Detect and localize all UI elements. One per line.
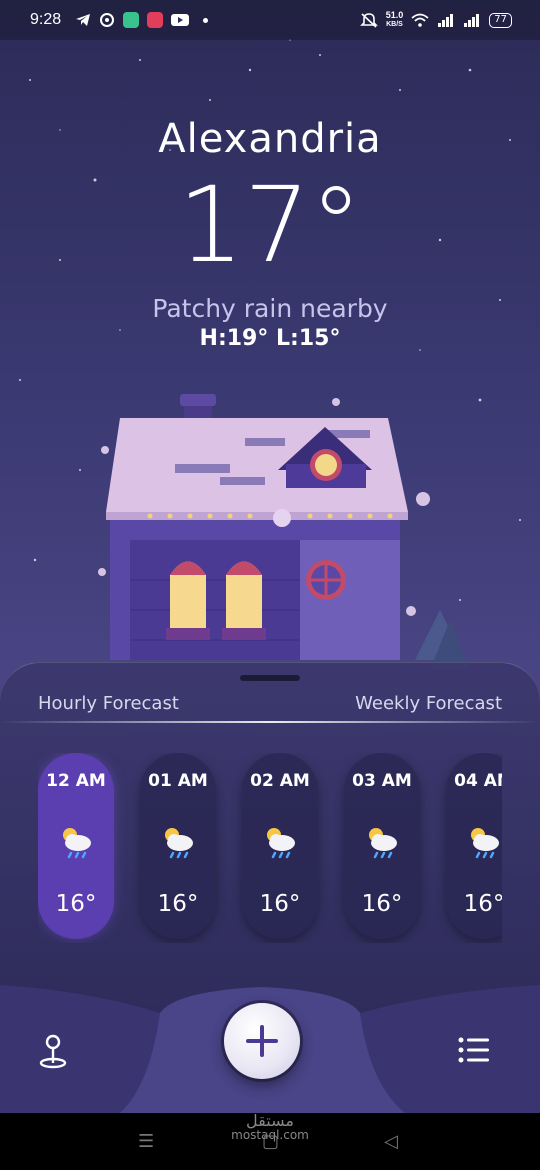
weather-condition: Patchy rain nearby [152,294,388,323]
status-bar: 9:28 51.0 KB/S 77 [0,0,540,40]
hourly-card[interactable]: 01 AM 16° [140,753,216,939]
battery-indicator: 77 [489,12,512,28]
hour-temperature: 16° [463,891,502,917]
signal-icon [438,14,454,27]
network-speed-value: 51.0 [385,10,404,20]
patchy-rain-icon [471,828,499,859]
add-city-button[interactable] [224,1003,300,1079]
panel-drag-handle[interactable] [240,675,300,681]
hour-temperature: 16° [259,891,301,917]
more-notifications-dot [203,17,209,23]
video-app-icon [147,12,164,28]
mute-icon [359,13,378,28]
back-icon[interactable]: ◁ [384,1131,398,1152]
hour-temperature: 16° [157,891,199,917]
tab-divider [0,721,540,723]
network-speed-unit: KB/S [386,21,403,28]
patchy-rain-icon [63,828,91,859]
hour-time: 04 AM [454,771,502,791]
wifi-icon [411,13,429,27]
hourly-forecast-list[interactable]: 12 AM 16° 01 AM 16° 02 AM 16° 03 AM 16° … [38,753,502,943]
list-icon [458,1037,489,1063]
tab-weekly-forecast[interactable]: Weekly Forecast [355,693,502,714]
hourly-card[interactable]: 03 AM 16° [344,753,420,939]
hourly-card[interactable]: 02 AM 16° [242,753,318,939]
location-button[interactable] [36,1033,70,1069]
hour-time: 02 AM [250,771,310,791]
watermark-latin: mostaql.com [231,1128,309,1142]
watermark-arabic: مستقل [246,1111,294,1130]
hour-temperature: 16° [361,891,403,917]
telegram-icon [76,14,91,26]
messages-app-icon [123,12,140,28]
hourly-card[interactable]: 12 AM 16° [38,753,114,939]
weather-screen: 9:28 51.0 KB/S 77 Alexandria 17° Patchy … [0,0,540,1170]
current-temperature: 17° [177,164,363,286]
patchy-rain-icon [369,828,397,859]
youtube-icon [171,14,190,26]
high-low-temperature: H:19° L:15° [199,326,341,351]
signal-icon-2 [464,14,480,27]
map-pin-icon [39,1034,67,1069]
watermark: مستقل mostaql.com [230,1111,310,1143]
status-time: 9:28 [30,11,62,28]
patchy-rain-icon [165,828,193,859]
hour-time: 03 AM [352,771,412,791]
hourly-card[interactable]: 04 AM 16° [446,753,502,939]
city-name: Alexandria [158,116,382,162]
plus-icon [246,1025,278,1057]
house-illustration [106,394,470,670]
hour-time: 01 AM [148,771,208,791]
app-notification-icon [100,13,115,27]
tab-hourly-forecast[interactable]: Hourly Forecast [38,693,179,714]
hour-time: 12 AM [46,771,106,791]
recent-apps-icon[interactable]: ☰ [138,1131,154,1152]
network-speed: 51.0 KB/S [386,11,404,29]
hour-temperature: 16° [55,891,97,917]
list-button[interactable] [458,1037,490,1063]
patchy-rain-icon [267,828,295,859]
bottom-navigation [0,985,540,1113]
